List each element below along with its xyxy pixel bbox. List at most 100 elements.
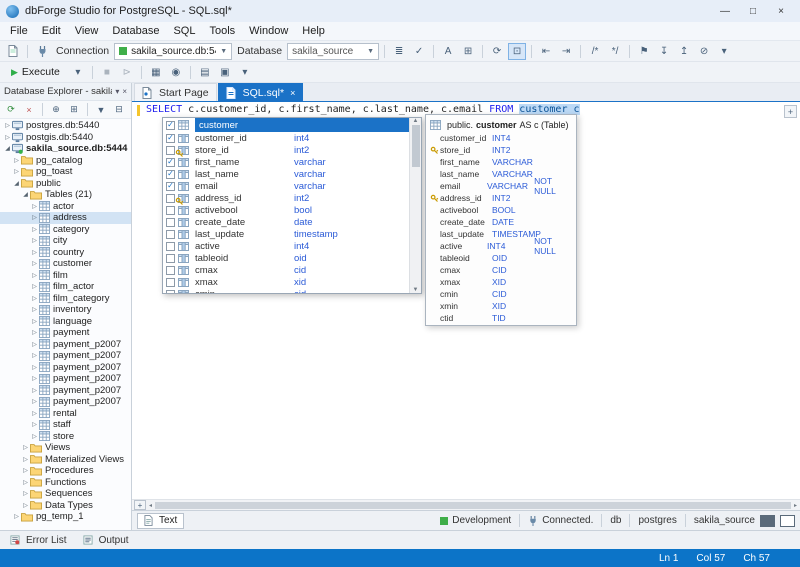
completion-item-active[interactable]: activeint4 [163, 240, 409, 252]
tree-expanded-icon[interactable]: ◢ [3, 145, 12, 152]
tree-item-materialized-views[interactable]: ▷Materialized Views [0, 454, 131, 466]
completion-item-activebool[interactable]: activeboolbool [163, 204, 409, 216]
tree-item-city[interactable]: ▷city [0, 235, 131, 247]
tree-collapsed-icon[interactable]: ▷ [30, 364, 39, 371]
tree-collapsed-icon[interactable]: ▷ [3, 122, 12, 129]
tab-output[interactable]: Output [76, 532, 136, 549]
collapse-all-icon[interactable]: ⊟ [111, 102, 127, 117]
tree-item-rental[interactable]: ▷rental [0, 408, 131, 420]
completion-item-email[interactable]: ✓emailvarchar [163, 180, 409, 192]
editor-hscrollbar[interactable]: + ◂ ▸ [132, 499, 800, 510]
completion-item-cmin[interactable]: cmincid [163, 288, 409, 293]
tree-collapsed-icon[interactable]: ▷ [30, 306, 39, 313]
tree-item-pg-toast[interactable]: ▷pg_toast [0, 166, 131, 178]
tree-item-views[interactable]: ▷Views [0, 442, 131, 454]
tree-item-payment-p2007[interactable]: ▷payment_p2007 [0, 350, 131, 362]
checkbox-checked-icon[interactable]: ✓ [166, 170, 175, 179]
toolbar-overflow-icon[interactable]: ▾ [715, 43, 733, 60]
completion-item-store_id[interactable]: store_idint2 [163, 144, 409, 156]
completion-item-first_name[interactable]: ✓first_namevarchar [163, 156, 409, 168]
tree-collapsed-icon[interactable]: ▷ [30, 341, 39, 348]
tree-collapsed-icon[interactable]: ▷ [21, 479, 30, 486]
pin-results-icon[interactable]: ▣ [216, 64, 234, 81]
checkbox-icon[interactable] [166, 242, 175, 251]
tree-collapsed-icon[interactable]: ▷ [30, 214, 39, 221]
attach-debugger-icon[interactable]: ⊳ [118, 64, 136, 81]
tree-collapsed-icon[interactable]: ▷ [12, 513, 21, 520]
tree-collapsed-icon[interactable]: ▷ [21, 444, 30, 451]
tree-collapsed-icon[interactable]: ▷ [21, 502, 30, 509]
checkbox-checked-icon[interactable]: ✓ [166, 134, 175, 143]
filter-icon[interactable]: ▼ [93, 102, 109, 117]
completion-item-xmax[interactable]: xmaxxid [163, 276, 409, 288]
next-bookmark-icon[interactable]: ↧ [655, 43, 673, 60]
tree-item-payment-p2007[interactable]: ▷payment_p2007 [0, 339, 131, 351]
tree-item-film[interactable]: ▷film [0, 270, 131, 282]
tree-collapsed-icon[interactable]: ▷ [30, 398, 39, 405]
tree-collapsed-icon[interactable]: ▷ [12, 157, 21, 164]
toolbar-overflow-icon[interactable]: ▾ [236, 64, 254, 81]
menu-window[interactable]: Window [242, 24, 295, 38]
tree-item-country[interactable]: ▷country [0, 247, 131, 259]
tree-expanded-icon[interactable]: ◢ [21, 191, 30, 198]
close-panel-icon[interactable]: × [122, 87, 127, 96]
text-view-tab[interactable]: Text [137, 513, 184, 529]
tree-item-address[interactable]: ▷address [0, 212, 131, 224]
menu-file[interactable]: File [3, 24, 35, 38]
stop-refresh-icon[interactable]: × [21, 102, 37, 117]
query-profiler-icon[interactable]: ◉ [167, 64, 185, 81]
checkbox-icon[interactable] [166, 218, 175, 227]
new-database-icon[interactable]: ⊞ [66, 102, 82, 117]
menu-help[interactable]: Help [295, 24, 332, 38]
tree-collapsed-icon[interactable]: ▷ [12, 168, 21, 175]
tree-collapsed-icon[interactable]: ▷ [30, 421, 39, 428]
tree-collapsed-icon[interactable]: ▷ [30, 203, 39, 210]
snippets-icon[interactable]: ⊞ [459, 43, 477, 60]
uppercase-keywords-icon[interactable]: A [439, 43, 457, 60]
tree-item-film-actor[interactable]: ▷film_actor [0, 281, 131, 293]
tree-item-tables-21[interactable]: ◢Tables (21) [0, 189, 131, 201]
tree-item-sakila-source-db-5444[interactable]: ◢sakila_source.db:5444 [0, 143, 131, 155]
completion-item-last_update[interactable]: last_updatetimestamp [163, 228, 409, 240]
connection-select[interactable]: sakila_source.db:5444 ▼ [114, 43, 232, 60]
tree-collapsed-icon[interactable]: ▷ [30, 237, 39, 244]
split-editor-button[interactable]: + [784, 105, 797, 118]
previous-bookmark-icon[interactable]: ↥ [675, 43, 693, 60]
tree-item-payment-p2007[interactable]: ▷payment_p2007 [0, 385, 131, 397]
execute-button[interactable]: ▶ Execute [4, 65, 67, 79]
tab-sql-file[interactable]: SQL.sql* × [218, 83, 304, 101]
tree-collapsed-icon[interactable]: ▷ [30, 329, 39, 336]
checkbox-icon[interactable] [166, 266, 175, 275]
clear-bookmarks-icon[interactable]: ⊘ [695, 43, 713, 60]
completion-item-create_date[interactable]: create_datedate [163, 216, 409, 228]
enable-code-completion-icon[interactable]: ⊡ [508, 43, 526, 60]
menu-sql[interactable]: SQL [166, 24, 202, 38]
tree-item-data-types[interactable]: ▷Data Types [0, 500, 131, 512]
checkbox-icon[interactable] [166, 230, 175, 239]
window-position-icon[interactable]: ▾ [115, 87, 119, 96]
tree-item-language[interactable]: ▷language [0, 316, 131, 328]
tree-collapsed-icon[interactable]: ▷ [30, 433, 39, 440]
single-layout-icon[interactable] [760, 515, 775, 527]
tree-item-actor[interactable]: ▷actor [0, 201, 131, 213]
checkbox-checked-icon[interactable]: ✓ [166, 121, 175, 130]
check-syntax-icon[interactable]: ✓ [410, 43, 428, 60]
tree-collapsed-icon[interactable]: ▷ [30, 352, 39, 359]
tab-error-list[interactable]: Error List [3, 532, 74, 549]
checkbox-icon[interactable] [166, 290, 175, 294]
sql-editor[interactable]: SELECT c.customer_id, c.first_name, c.la… [132, 102, 800, 499]
comment-lines-icon[interactable]: /* [586, 43, 604, 60]
menu-tools[interactable]: Tools [202, 24, 242, 38]
tree-item-pg-temp-1[interactable]: ▷pg_temp_1 [0, 511, 131, 523]
tree-item-category[interactable]: ▷category [0, 224, 131, 236]
tree-item-functions[interactable]: ▷Functions [0, 477, 131, 489]
tree-collapsed-icon[interactable]: ▷ [21, 467, 30, 474]
tree-item-postgis-db-5440[interactable]: ▷postgis.db:5440 [0, 132, 131, 144]
scroll-thumb[interactable] [155, 502, 791, 509]
tree-expanded-icon[interactable]: ◢ [12, 180, 21, 187]
new-sql-document-icon[interactable] [4, 43, 22, 60]
tree-collapsed-icon[interactable]: ▷ [30, 375, 39, 382]
refresh-code-completion-icon[interactable]: ⟳ [488, 43, 506, 60]
tree-item-store[interactable]: ▷store [0, 431, 131, 443]
new-connection-icon[interactable]: ⊕ [48, 102, 64, 117]
